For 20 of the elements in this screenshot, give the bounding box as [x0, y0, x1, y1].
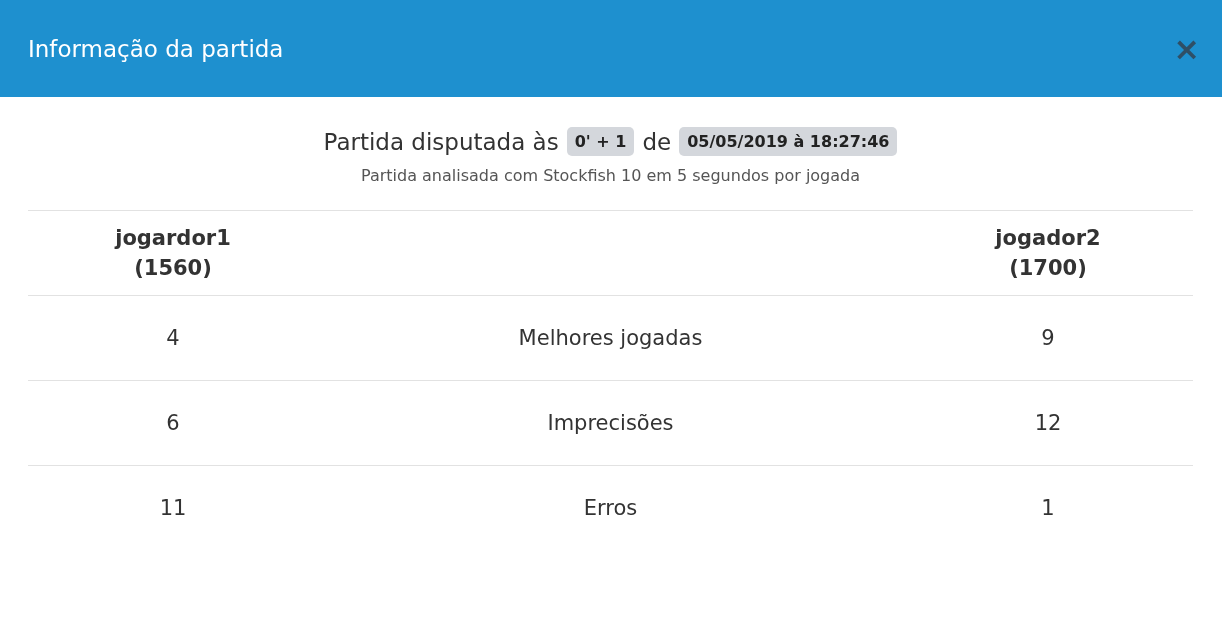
- stat-value: 1: [1041, 496, 1055, 520]
- stat-value: 4: [166, 326, 180, 350]
- player-name: jogador2: [995, 226, 1101, 250]
- date-badge: 05/05/2019 à 18:27:46: [679, 127, 898, 156]
- stat-label: Melhores jogadas: [518, 326, 703, 350]
- time-control-badge: 0' + 1: [566, 127, 635, 156]
- player-rating: (1560): [134, 256, 212, 280]
- stat-value: 6: [166, 411, 180, 435]
- stat-value: 11: [159, 496, 187, 520]
- player-rating: (1700): [1009, 256, 1087, 280]
- player-name: jogardor1: [115, 226, 231, 250]
- dialog-title: Informação da partida: [28, 35, 284, 62]
- heading-text: Partida disputada às: [323, 128, 559, 155]
- close-button[interactable]: ×: [1167, 32, 1206, 65]
- heading-text: de: [642, 128, 672, 155]
- analysis-text: Partida analisada com Stockfish 10 em 5 segundos por jogada: [359, 166, 862, 185]
- stat-label: Imprecisões: [547, 411, 674, 435]
- stat-label: Erros: [583, 496, 638, 520]
- stat-value: 12: [1034, 411, 1062, 435]
- stat-value: 9: [1041, 326, 1055, 350]
